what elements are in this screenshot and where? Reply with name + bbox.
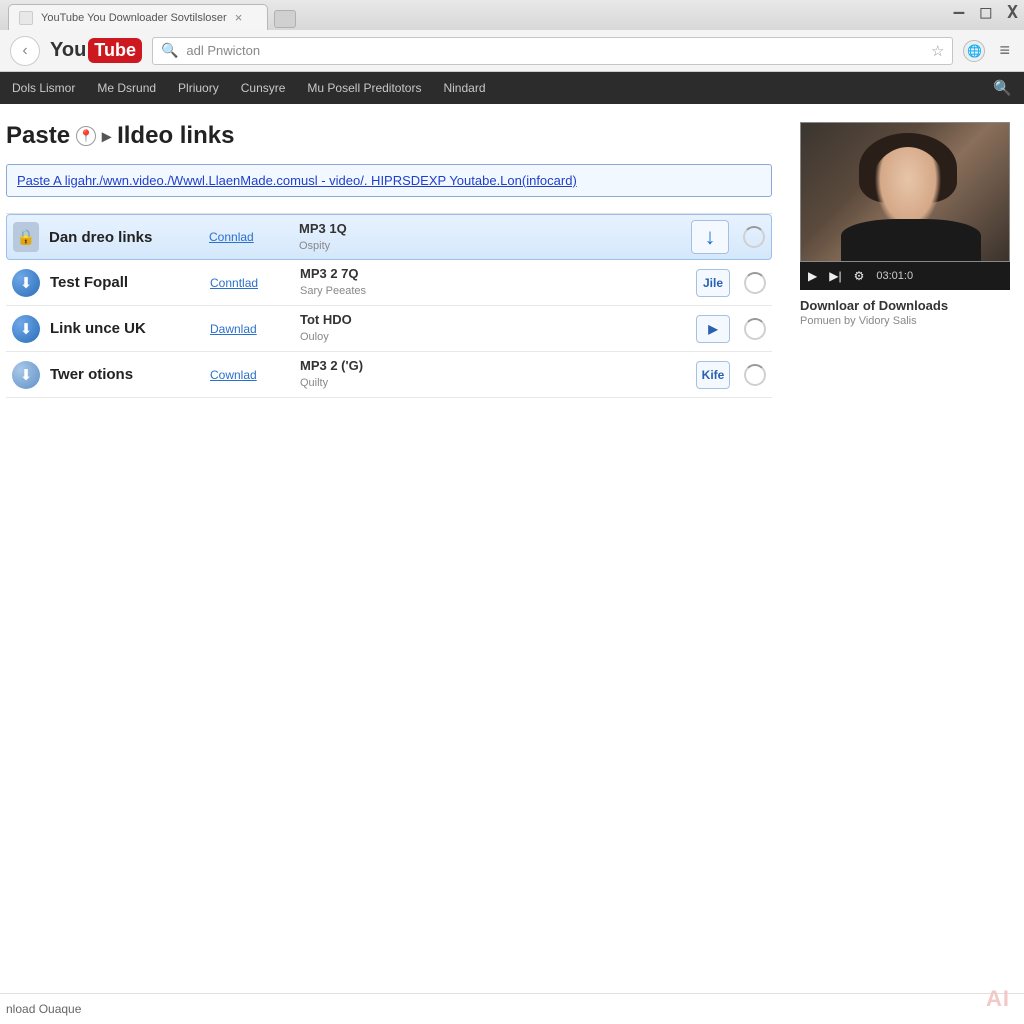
logo-you: You	[50, 39, 86, 62]
nav-item-5[interactable]: Nindard	[443, 81, 485, 95]
row-title: Twer otions	[50, 366, 200, 383]
watermark: AI	[986, 986, 1010, 1012]
lock-icon: 🔒	[13, 222, 39, 252]
preview-subtitle: Pomuen by Vidory Salis	[800, 315, 1010, 327]
download-circle-icon: ⬇	[12, 269, 40, 297]
nav-item-4[interactable]: Mu Posell Preditotors	[307, 81, 421, 95]
window-controls: — □ X	[953, 2, 1018, 23]
arrow-right-icon: ▸	[102, 126, 111, 147]
youtube-logo[interactable]: YouTube	[50, 38, 142, 63]
pin-icon: 📍	[76, 126, 96, 146]
heading-prefix: Paste	[6, 122, 70, 150]
download-arrow-button[interactable]: ↓	[691, 220, 729, 254]
row-title: Link unce UK	[50, 320, 200, 337]
new-tab-button[interactable]	[274, 10, 296, 28]
close-window-button[interactable]: X	[1007, 2, 1018, 23]
maximize-button[interactable]: □	[980, 2, 991, 23]
download-circle-icon: ⬇	[12, 361, 40, 389]
nav-search-icon[interactable]: 🔍	[993, 79, 1012, 97]
next-icon[interactable]: ▶|	[829, 269, 841, 283]
thumb-body-shape	[841, 219, 981, 261]
video-player-bar: ▶ ▶| ⚙ 03:01:0	[800, 262, 1010, 290]
close-tab-icon[interactable]: ×	[235, 10, 243, 25]
download-circle-icon: ⬇	[12, 315, 40, 343]
nav-item-2[interactable]: Plriuory	[178, 81, 219, 95]
video-preview: ▶ ▶| ⚙ 03:01:0 Downloar of Downloads Pom…	[800, 122, 1010, 327]
heading-suffix: Ildeo links	[117, 122, 234, 150]
row-action-button[interactable]: Kife	[696, 361, 730, 389]
download-row-0[interactable]: 🔒 Dan dreo links Connlad MP3 1QOspity ↓	[6, 214, 772, 260]
loading-spinner-icon	[744, 364, 766, 386]
bookmark-star-icon[interactable]: ☆	[931, 42, 944, 60]
logo-tube: Tube	[88, 38, 142, 63]
row-title: Dan dreo links	[49, 229, 199, 246]
row-format: MP3 2 7QSary Peeates	[300, 266, 686, 298]
tab-title: YouTube You Downloader Sovtilsloser	[41, 12, 227, 24]
preview-column: ▶ ▶| ⚙ 03:01:0 Downloar of Downloads Pom…	[800, 122, 1010, 398]
nav-item-0[interactable]: Dols Lismor	[12, 81, 75, 95]
download-link[interactable]: Dawnlad	[210, 322, 290, 336]
row-title: Test Fopall	[50, 274, 200, 291]
paste-url-input[interactable]: Paste A ligahr./wwn.video./Wwwl.LlaenMad…	[6, 164, 772, 197]
nav-item-1[interactable]: Me Dsrund	[97, 81, 156, 95]
paste-url-text[interactable]: Paste A ligahr./wwn.video./Wwwl.LlaenMad…	[17, 173, 577, 188]
video-thumbnail[interactable]	[800, 122, 1010, 262]
download-link[interactable]: Conntlad	[210, 276, 290, 290]
page-content: Paste 📍 ▸ Ildeo links Paste A ligahr./ww…	[0, 104, 1024, 398]
row-format: MP3 1QOspity	[299, 221, 681, 253]
download-link[interactable]: Cownlad	[210, 368, 290, 382]
play-button[interactable]: ▶	[696, 315, 730, 343]
preview-title[interactable]: Downloar of Downloads	[800, 298, 1010, 313]
row-format: MP3 2 ('G)Quilty	[300, 358, 686, 390]
search-icon: 🔍	[161, 42, 178, 59]
browser-titlebar: YouTube You Downloader Sovtilsloser × — …	[0, 0, 1024, 30]
row-format: Tot HDOOuloy	[300, 312, 686, 344]
left-column: Paste 📍 ▸ Ildeo links Paste A ligahr./ww…	[6, 122, 772, 398]
player-time: 03:01:0	[876, 270, 913, 282]
browser-tab[interactable]: YouTube You Downloader Sovtilsloser ×	[8, 4, 268, 30]
favicon-icon	[19, 11, 33, 25]
browser-toolbar: ‹ YouTube 🔍 adl Pnwicton ☆ 🌐 ≡	[0, 30, 1024, 72]
minimize-button[interactable]: —	[953, 2, 964, 23]
loading-spinner-icon	[744, 272, 766, 294]
nav-item-3[interactable]: Cunsyre	[241, 81, 286, 95]
download-row-2[interactable]: ⬇ Link unce UK Dawnlad Tot HDOOuloy ▶	[6, 306, 772, 352]
download-row-3[interactable]: ⬇ Twer otions Cownlad MP3 2 ('G)Quilty K…	[6, 352, 772, 398]
footer-divider	[0, 993, 1024, 994]
back-button[interactable]: ‹	[10, 36, 40, 66]
extension-globe-icon[interactable]: 🌐	[963, 40, 985, 62]
site-navbar: Dols Lismor Me Dsrund Plriuory Cunsyre M…	[0, 72, 1024, 104]
download-list: 🔒 Dan dreo links Connlad MP3 1QOspity ↓ …	[6, 213, 772, 398]
play-icon[interactable]: ▶	[808, 269, 817, 283]
footer-status: nload Ouaque	[6, 1002, 81, 1016]
download-link[interactable]: Connlad	[209, 230, 289, 244]
loading-spinner-icon	[743, 226, 765, 248]
loading-spinner-icon	[744, 318, 766, 340]
address-placeholder: adl Pnwicton	[186, 43, 260, 58]
address-bar[interactable]: 🔍 adl Pnwicton ☆	[152, 37, 954, 65]
settings-gear-icon[interactable]: ⚙	[854, 269, 865, 283]
browser-menu-icon[interactable]: ≡	[995, 40, 1014, 61]
row-action-button[interactable]: Jile	[696, 269, 730, 297]
page-heading: Paste 📍 ▸ Ildeo links	[6, 122, 772, 150]
download-row-1[interactable]: ⬇ Test Fopall Conntlad MP3 2 7QSary Peea…	[6, 260, 772, 306]
